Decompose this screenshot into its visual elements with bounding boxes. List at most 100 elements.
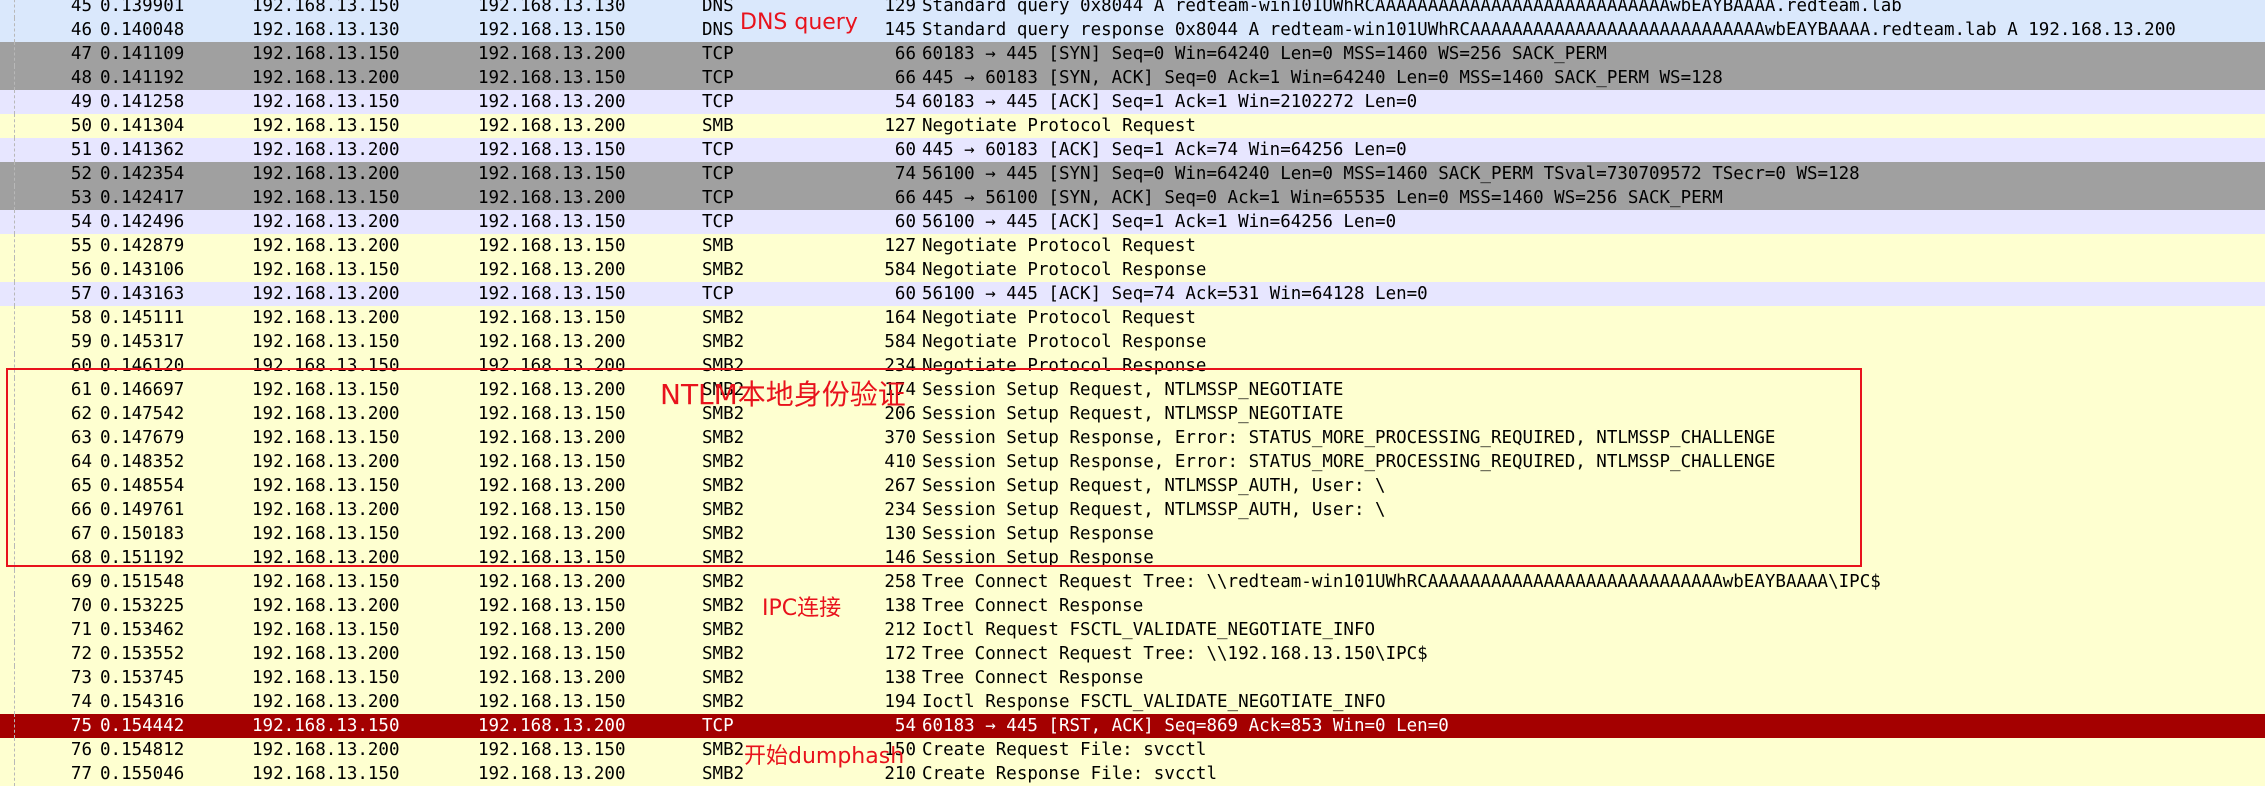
packet-info: Ioctl Response FSCTL_VALIDATE_NEGOTIATE_… <box>922 692 1386 712</box>
packet-row[interactable]: 50 0.141304 192.168.13.150 192.168.13.200 SM… <box>0 114 2265 138</box>
row-gutter <box>0 186 15 210</box>
packet-number: 71 <box>70 620 92 640</box>
packet-destination: 192.168.13.150 <box>478 164 626 184</box>
packet-row[interactable]: 76 0.154812 192.168.13.200 192.168.13.150 SM… <box>0 738 2265 762</box>
packet-row[interactable]: 64 0.148352 192.168.13.200 192.168.13.150 SM… <box>0 450 2265 474</box>
packet-row[interactable]: 67 0.150183 192.168.13.150 192.168.13.200 SM… <box>0 522 2265 546</box>
packet-length: 60 <box>894 284 916 304</box>
packet-info: Session Setup Response, Error: STATUS_MO… <box>922 452 1776 472</box>
row-gutter <box>0 738 15 762</box>
packet-source: 192.168.13.200 <box>252 308 400 328</box>
row-gutter <box>0 522 15 546</box>
packet-info: 56100 → 445 [SYN] Seq=0 Win=64240 Len=0 … <box>922 164 1860 184</box>
packet-protocol: SMB2 <box>702 692 745 712</box>
packet-number: 64 <box>70 452 92 472</box>
packet-row[interactable]: 69 0.151548 192.168.13.150 192.168.13.200 SM… <box>0 570 2265 594</box>
packet-destination: 192.168.13.200 <box>478 476 626 496</box>
packet-protocol: SMB2 <box>702 668 745 688</box>
packet-protocol: SMB2 <box>702 452 745 472</box>
packet-info: Tree Connect Request Tree: \\redteam-win… <box>922 572 1881 592</box>
packet-protocol: TCP <box>702 140 734 160</box>
packet-time: 0.145317 <box>100 332 185 352</box>
packet-destination: 192.168.13.150 <box>478 236 626 256</box>
packet-destination: 192.168.13.200 <box>478 44 626 64</box>
packet-row[interactable]: 77 0.155046 192.168.13.150 192.168.13.200 SM… <box>0 762 2265 786</box>
packet-source: 192.168.13.200 <box>252 500 400 520</box>
packet-row[interactable]: 66 0.149761 192.168.13.200 192.168.13.150 SM… <box>0 498 2265 522</box>
packet-row[interactable]: 75 0.154442 192.168.13.150 192.168.13.200 TC… <box>0 714 2265 738</box>
packet-length: 146 <box>884 548 916 568</box>
packet-source: 192.168.13.150 <box>252 572 400 592</box>
packet-row[interactable]: 59 0.145317 192.168.13.150 192.168.13.200 SM… <box>0 330 2265 354</box>
packet-row[interactable]: 72 0.153552 192.168.13.200 192.168.13.150 SM… <box>0 642 2265 666</box>
packet-time: 0.141258 <box>100 92 185 112</box>
packet-time: 0.153745 <box>100 668 185 688</box>
packet-length: 127 <box>884 116 916 136</box>
row-gutter <box>0 258 15 282</box>
packet-info: Session Setup Response, Error: STATUS_MO… <box>922 428 1776 448</box>
packet-protocol: DNS <box>702 20 734 40</box>
packet-info: 56100 → 445 [ACK] Seq=74 Ack=531 Win=641… <box>922 284 1428 304</box>
packet-time: 0.147679 <box>100 428 185 448</box>
packet-row[interactable]: 65 0.148554 192.168.13.150 192.168.13.200 SM… <box>0 474 2265 498</box>
packet-row[interactable]: 56 0.143106 192.168.13.150 192.168.13.200 SM… <box>0 258 2265 282</box>
packet-row[interactable]: 45 0.139901 192.168.13.150 192.168.13.130 DN… <box>0 0 2265 18</box>
packet-row[interactable]: 47 0.141109 192.168.13.150 192.168.13.200 TC… <box>0 42 2265 66</box>
packet-number: 51 <box>70 140 92 160</box>
packet-source: 192.168.13.150 <box>252 332 400 352</box>
packet-row[interactable]: 49 0.141258 192.168.13.150 192.168.13.200 TC… <box>0 90 2265 114</box>
packet-row[interactable]: 53 0.142417 192.168.13.150 192.168.13.200 TC… <box>0 186 2265 210</box>
packet-destination: 192.168.13.150 <box>478 548 626 568</box>
row-gutter <box>0 594 15 618</box>
packet-info: Session Setup Request, NTLMSSP_AUTH, Use… <box>922 500 1386 520</box>
packet-source: 192.168.13.150 <box>252 44 400 64</box>
packet-time: 0.149761 <box>100 500 185 520</box>
packet-row[interactable]: 46 0.140048 192.168.13.130 192.168.13.150 DN… <box>0 18 2265 42</box>
packet-destination: 192.168.13.150 <box>478 452 626 472</box>
packet-row[interactable]: 74 0.154316 192.168.13.200 192.168.13.150 SM… <box>0 690 2265 714</box>
packet-row[interactable]: 71 0.153462 192.168.13.150 192.168.13.200 SM… <box>0 618 2265 642</box>
packet-protocol: SMB2 <box>702 428 745 448</box>
packet-destination: 192.168.13.150 <box>478 212 626 232</box>
packet-row[interactable]: 48 0.141192 192.168.13.200 192.168.13.150 TC… <box>0 66 2265 90</box>
packet-time: 0.141304 <box>100 116 185 136</box>
row-gutter <box>0 474 15 498</box>
packet-number: 70 <box>70 596 92 616</box>
packet-number: 54 <box>70 212 92 232</box>
row-gutter <box>0 330 15 354</box>
packet-destination: 192.168.13.150 <box>478 596 626 616</box>
packet-row[interactable]: 55 0.142879 192.168.13.200 192.168.13.150 SM… <box>0 234 2265 258</box>
packet-info: Negotiate Protocol Request <box>922 308 1196 328</box>
packet-row[interactable]: 58 0.145111 192.168.13.200 192.168.13.150 SM… <box>0 306 2265 330</box>
packet-number: 58 <box>70 308 92 328</box>
row-gutter <box>0 402 15 426</box>
packet-info: Standard query response 0x8044 A redteam… <box>922 20 2176 40</box>
packet-row[interactable]: 70 0.153225 192.168.13.200 192.168.13.150 SM… <box>0 594 2265 618</box>
packet-destination: 192.168.13.150 <box>478 740 626 760</box>
row-gutter <box>0 306 15 330</box>
packet-source: 192.168.13.200 <box>252 404 400 424</box>
packet-destination: 192.168.13.200 <box>478 116 626 136</box>
row-gutter <box>0 18 15 42</box>
packet-row[interactable]: 52 0.142354 192.168.13.200 192.168.13.150 TC… <box>0 162 2265 186</box>
packet-row[interactable]: 54 0.142496 192.168.13.200 192.168.13.150 TC… <box>0 210 2265 234</box>
packet-time: 0.146120 <box>100 356 185 376</box>
packet-number: 52 <box>70 164 92 184</box>
packet-row[interactable]: 68 0.151192 192.168.13.200 192.168.13.150 SM… <box>0 546 2265 570</box>
packet-info: Negotiate Protocol Response <box>922 356 1207 376</box>
packet-row[interactable]: 60 0.146120 192.168.13.150 192.168.13.200 SM… <box>0 354 2265 378</box>
packet-protocol: TCP <box>702 284 734 304</box>
packet-protocol: TCP <box>702 68 734 88</box>
packet-time: 0.142496 <box>100 212 185 232</box>
packet-time: 0.142354 <box>100 164 185 184</box>
packet-row[interactable]: 57 0.143163 192.168.13.200 192.168.13.150 TC… <box>0 282 2265 306</box>
packet-row[interactable]: 62 0.147542 192.168.13.200 192.168.13.150 SM… <box>0 402 2265 426</box>
packet-number: 77 <box>70 764 92 784</box>
packet-info: 56100 → 445 [ACK] Seq=1 Ack=1 Win=64256 … <box>922 212 1397 232</box>
packet-row[interactable]: 61 0.146697 192.168.13.150 192.168.13.200 SM… <box>0 378 2265 402</box>
packet-row[interactable]: 51 0.141362 192.168.13.200 192.168.13.150 TC… <box>0 138 2265 162</box>
packet-destination: 192.168.13.200 <box>478 764 626 784</box>
packet-row[interactable]: 63 0.147679 192.168.13.150 192.168.13.200 SM… <box>0 426 2265 450</box>
packet-row[interactable]: 73 0.153745 192.168.13.150 192.168.13.200 SM… <box>0 666 2265 690</box>
packet-protocol: SMB2 <box>702 332 745 352</box>
